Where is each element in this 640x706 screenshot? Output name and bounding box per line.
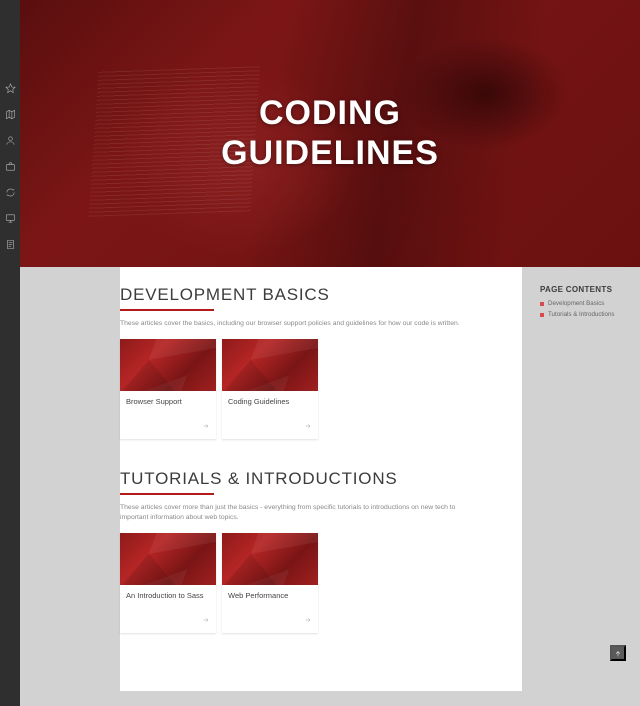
card-title: An Introduction to Sass bbox=[120, 585, 216, 609]
card-thumbnail bbox=[222, 533, 318, 585]
map-icon[interactable] bbox=[4, 108, 16, 120]
card-thumbnail bbox=[120, 533, 216, 585]
document-icon[interactable] bbox=[4, 238, 16, 250]
toc-item-tutorials-introductions[interactable]: Tutorials & Introductions bbox=[540, 311, 626, 318]
footer: Home | BIGYAM.com | Admin bbox=[20, 701, 640, 706]
bullet-icon bbox=[540, 313, 544, 317]
hero: CODINGGUIDELINES bbox=[20, 0, 640, 267]
monitor-icon[interactable] bbox=[4, 212, 16, 224]
card-title: Coding Guidelines bbox=[222, 391, 318, 415]
card-title: Browser Support bbox=[120, 391, 216, 415]
toc-item-label: Development Basics bbox=[548, 300, 604, 307]
card-web-performance[interactable]: Web Performance bbox=[222, 533, 318, 633]
toc-item-development-basics[interactable]: Development Basics bbox=[540, 300, 626, 307]
page-content: DEVELOPMENT BASICS These articles cover … bbox=[120, 267, 522, 691]
card-coding-guidelines[interactable]: Coding Guidelines bbox=[222, 339, 318, 439]
arrow-right-icon bbox=[202, 417, 210, 434]
card-browser-support[interactable]: Browser Support bbox=[120, 339, 216, 439]
toc-item-label: Tutorials & Introductions bbox=[548, 311, 615, 318]
bullet-icon bbox=[540, 302, 544, 306]
arrow-up-icon bbox=[614, 646, 622, 661]
scroll-to-top-button[interactable] bbox=[610, 645, 626, 661]
refresh-icon[interactable] bbox=[4, 186, 16, 198]
page-title: CODINGGUIDELINES bbox=[221, 94, 439, 172]
arrow-right-icon bbox=[304, 611, 312, 628]
card-thumbnail bbox=[222, 339, 318, 391]
section-title: DEVELOPMENT BASICS bbox=[120, 285, 500, 305]
section-underline bbox=[120, 493, 214, 495]
section-description: These articles cover the basics, includi… bbox=[120, 319, 480, 329]
section-description: These articles cover more than just the … bbox=[120, 503, 480, 523]
section-development-basics: DEVELOPMENT BASICS These articles cover … bbox=[120, 285, 500, 439]
sidebar-nav bbox=[0, 0, 20, 706]
star-icon[interactable] bbox=[4, 82, 16, 94]
arrow-right-icon bbox=[202, 611, 210, 628]
briefcase-icon[interactable] bbox=[4, 160, 16, 172]
section-tutorials-introductions: TUTORIALS & INTRODUCTIONS These articles… bbox=[120, 469, 500, 633]
arrow-right-icon bbox=[304, 417, 312, 434]
card-title: Web Performance bbox=[222, 585, 318, 609]
page-contents-toc: PAGE CONTENTS Development Basics Tutoria… bbox=[540, 285, 626, 322]
toc-title: PAGE CONTENTS bbox=[540, 285, 626, 294]
card-row: Browser Support Coding Guidelines bbox=[120, 339, 500, 439]
card-row: An Introduction to Sass Web Performance bbox=[120, 533, 500, 633]
card-thumbnail bbox=[120, 339, 216, 391]
user-icon[interactable] bbox=[4, 134, 16, 146]
section-underline bbox=[120, 309, 214, 311]
section-title: TUTORIALS & INTRODUCTIONS bbox=[120, 469, 500, 489]
card-intro-to-sass[interactable]: An Introduction to Sass bbox=[120, 533, 216, 633]
